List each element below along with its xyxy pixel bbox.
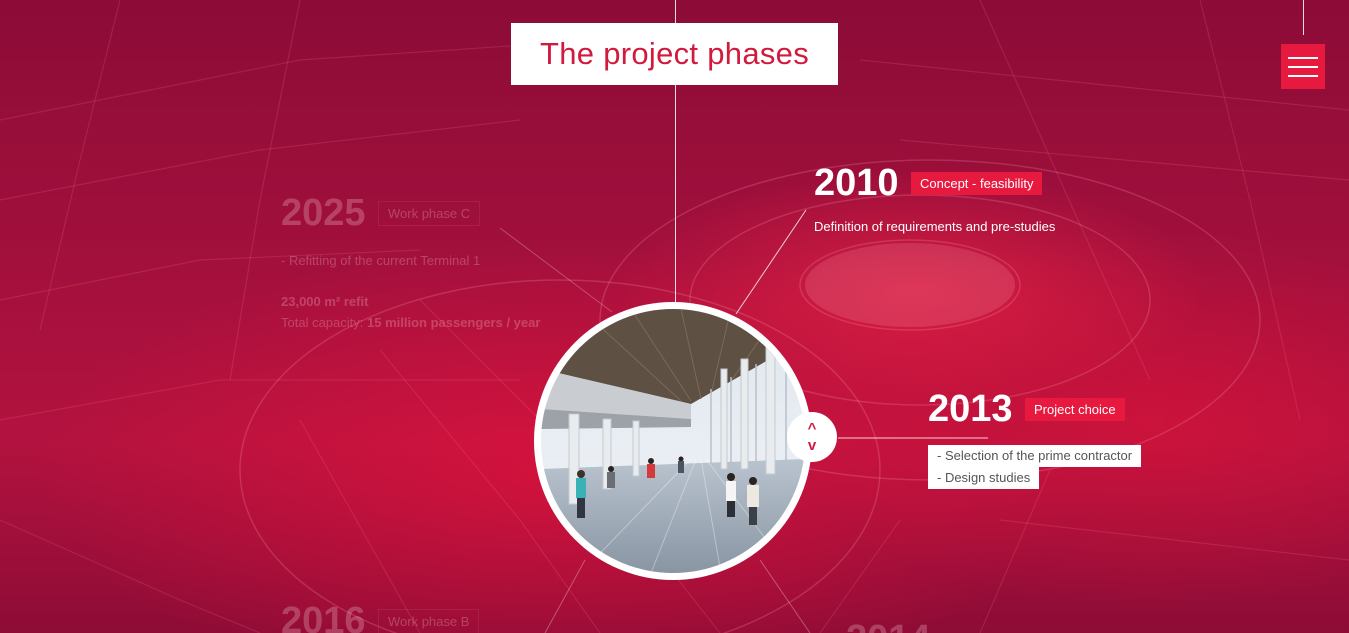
phase-tag: Work phase C [378, 201, 481, 226]
timeline-nav-button[interactable]: ^ v [787, 412, 837, 462]
phase-description: Definition of requirements and pre-studi… [814, 219, 1056, 234]
menu-connector-line [1303, 0, 1304, 35]
hamburger-icon-bar [1288, 74, 1318, 77]
hamburger-icon-bar [1288, 65, 1318, 68]
phase-item: - Design studies [928, 467, 1040, 489]
phase-tag: Concept - feasibility [911, 172, 1043, 195]
header-connector-line [675, 0, 676, 23]
hamburger-icon-bar [1288, 56, 1318, 59]
hamburger-menu-button[interactable] [1281, 44, 1325, 89]
phase-item-list: - Selection of the prime contractor - De… [928, 445, 1142, 489]
chevron-down-icon[interactable]: v [808, 438, 816, 453]
phase-2013[interactable]: 2013 Project choice - Selection of the p… [928, 388, 1142, 489]
phase-item: - Selection of the prime contractor [928, 445, 1142, 467]
terminal-interior-image-frame [534, 302, 812, 580]
phase-2010[interactable]: 2010 Concept - feasibility Definition of… [814, 162, 1055, 234]
phase-year: 2013 [928, 388, 1013, 430]
phase-year: 2014 [846, 618, 931, 633]
phase-tag: Project choice [1025, 398, 1125, 421]
phase-year: 2016 [281, 600, 366, 633]
phase-2014[interactable]: 2014 [846, 618, 931, 633]
title-to-circle-line [675, 85, 676, 307]
phase-description: - Refitting of the current Terminal 1 [281, 253, 481, 268]
phase-2016[interactable]: 2016 Work phase B [281, 600, 480, 633]
page-title-box: The project phases [511, 23, 838, 85]
terminal-interior-image [541, 309, 805, 573]
chevron-up-icon[interactable]: ^ [808, 421, 817, 436]
terminal-interior-illustration [541, 309, 805, 573]
phase-year: 2010 [814, 162, 899, 204]
phase-tag: Work phase B [378, 609, 480, 633]
phase-2025[interactable]: 2025 Work phase C - Refitting of the cur… [281, 192, 540, 330]
capacity-label: Total capacity: [281, 315, 367, 330]
page-title: The project phases [539, 36, 810, 71]
phase-capacity: Total capacity: 15 million passengers / … [281, 315, 540, 330]
phase-area: 23,000 m² refit [281, 294, 369, 309]
phase-year: 2025 [281, 192, 366, 234]
capacity-value: 15 million passengers / year [367, 315, 541, 330]
